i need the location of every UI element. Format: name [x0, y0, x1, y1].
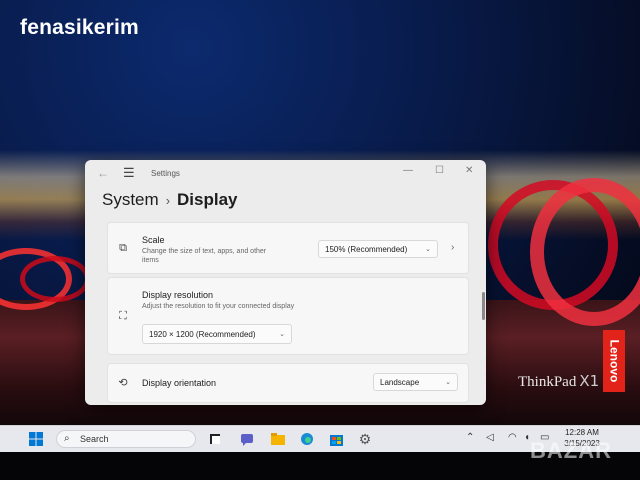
breadcrumb: System › Display [102, 190, 238, 210]
file-explorer-icon[interactable] [270, 431, 286, 447]
wallpaper-swirl [20, 256, 90, 302]
orientation-dropdown-value: Landscape [380, 377, 420, 387]
resolution-icon: ⛶ [119, 310, 127, 322]
watermark-text: fenasikerim [20, 16, 139, 39]
orientation-title: Display orientation [142, 378, 217, 388]
scale-setting-card[interactable]: ⧉ Scale Change the size of text, apps, a… [107, 222, 469, 274]
title-bar[interactable]: ← ☰ Settings — ☐ ✕ [85, 160, 486, 186]
settings-icon[interactable]: ⚙ [357, 431, 373, 447]
wifi-icon[interactable]: ◠ [508, 432, 517, 443]
resolution-dropdown-value: 1920 × 1200 (Recommended) [149, 329, 256, 339]
lenovo-logo: Lenovo [603, 330, 625, 392]
maximize-button[interactable]: ☐ [435, 165, 444, 176]
chevron-up-icon[interactable]: ⌃ [466, 432, 474, 443]
scale-dropdown[interactable]: 150% (Recommended) ⌄ [318, 240, 438, 258]
settings-window: ← ☰ Settings — ☐ ✕ System › Display ⧉ Scal… [85, 160, 486, 405]
resolution-description: Adjust the resolution to fit your connec… [142, 303, 295, 310]
chevron-down-icon: ⌄ [445, 379, 451, 386]
pen-icon[interactable]: ◁ [486, 432, 494, 443]
store-icon[interactable] [328, 431, 344, 447]
resolution-setting-card[interactable]: ⛶ Display resolution Adjust the resoluti… [107, 277, 469, 355]
edge-icon[interactable] [299, 431, 315, 447]
taskbar-search-box[interactable]: ⌕ Search [56, 430, 196, 448]
page-title: Display [177, 190, 238, 209]
orientation-icon: ⟲ [118, 377, 128, 389]
task-view-icon[interactable] [207, 431, 223, 447]
chat-icon[interactable] [239, 431, 255, 447]
orientation-dropdown[interactable]: Landscape ⌄ [373, 373, 458, 391]
chevron-down-icon: ⌄ [279, 331, 285, 338]
back-arrow-icon[interactable]: ← [97, 166, 109, 180]
hamburger-menu-icon[interactable]: ☰ [123, 165, 135, 181]
resolution-title: Display resolution [142, 290, 214, 300]
resolution-dropdown[interactable]: 1920 × 1200 (Recommended) ⌄ [142, 324, 292, 344]
start-icon[interactable] [28, 431, 44, 447]
scale-description-line1: Change the size of text, apps, and other [142, 248, 267, 255]
close-button[interactable]: ✕ [465, 165, 473, 176]
chevron-right-icon[interactable]: › [451, 242, 454, 253]
breadcrumb-system[interactable]: System [102, 190, 159, 209]
window-title: Settings [151, 169, 180, 178]
search-icon: ⌕ [64, 433, 70, 444]
chevron-down-icon: ⌄ [425, 246, 431, 253]
breadcrumb-separator: › [165, 193, 171, 208]
scale-title: Scale [142, 235, 165, 245]
thinkpad-text: ThinkPad [518, 374, 577, 390]
orientation-setting-card[interactable]: ⟲ Display orientation Landscape ⌄ [107, 363, 469, 403]
lenovo-logo-text: Lenovo [607, 339, 622, 383]
search-placeholder: Search [80, 434, 109, 444]
scrollbar-thumb[interactable] [482, 292, 485, 320]
minimize-button[interactable]: — [403, 165, 413, 176]
watermark-bottom-text: BAZAR [530, 438, 612, 463]
scale-icon: ⧉ [119, 242, 127, 254]
scale-description-line2: items [142, 257, 159, 264]
thinkpad-logo: ThinkPad X1 [518, 372, 599, 391]
clock-time: 12:28 AM [565, 428, 599, 437]
scale-dropdown-value: 150% (Recommended) [325, 244, 408, 254]
model-text: X1 [579, 372, 600, 390]
